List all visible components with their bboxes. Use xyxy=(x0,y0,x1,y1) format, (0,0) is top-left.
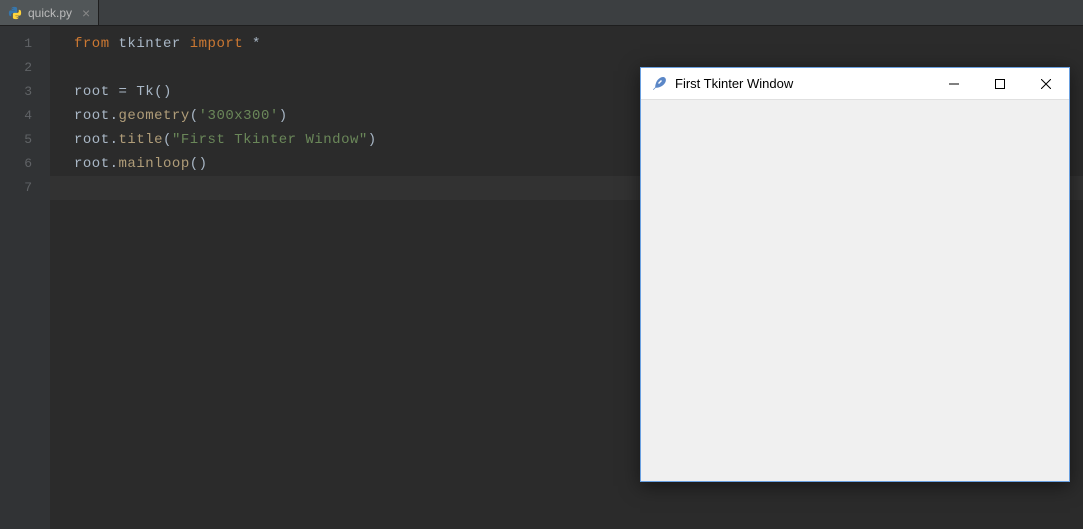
minimize-button[interactable] xyxy=(931,68,977,100)
tab-bar: quick.py × xyxy=(0,0,1083,26)
line-number: 7 xyxy=(0,176,50,200)
code-line: from tkinter import * xyxy=(74,32,1083,56)
tk-feather-icon xyxy=(651,76,667,92)
line-number: 3 xyxy=(0,80,50,104)
window-title: First Tkinter Window xyxy=(675,76,931,91)
line-number: 1 xyxy=(0,32,50,56)
line-number: 2 xyxy=(0,56,50,80)
file-tab[interactable]: quick.py × xyxy=(0,0,99,25)
line-number-gutter: 1 2 3 4 5 6 7 xyxy=(0,26,50,529)
close-button[interactable] xyxy=(1023,68,1069,100)
python-file-icon xyxy=(8,6,22,20)
window-controls xyxy=(931,68,1069,99)
line-number: 4 xyxy=(0,104,50,128)
tab-filename: quick.py xyxy=(28,6,72,20)
line-number: 5 xyxy=(0,128,50,152)
maximize-button[interactable] xyxy=(977,68,1023,100)
window-titlebar[interactable]: First Tkinter Window xyxy=(641,68,1069,100)
line-number: 6 xyxy=(0,152,50,176)
tkinter-app-window[interactable]: First Tkinter Window xyxy=(640,67,1070,482)
tkinter-window-body xyxy=(641,100,1069,481)
close-tab-icon[interactable]: × xyxy=(82,5,90,21)
